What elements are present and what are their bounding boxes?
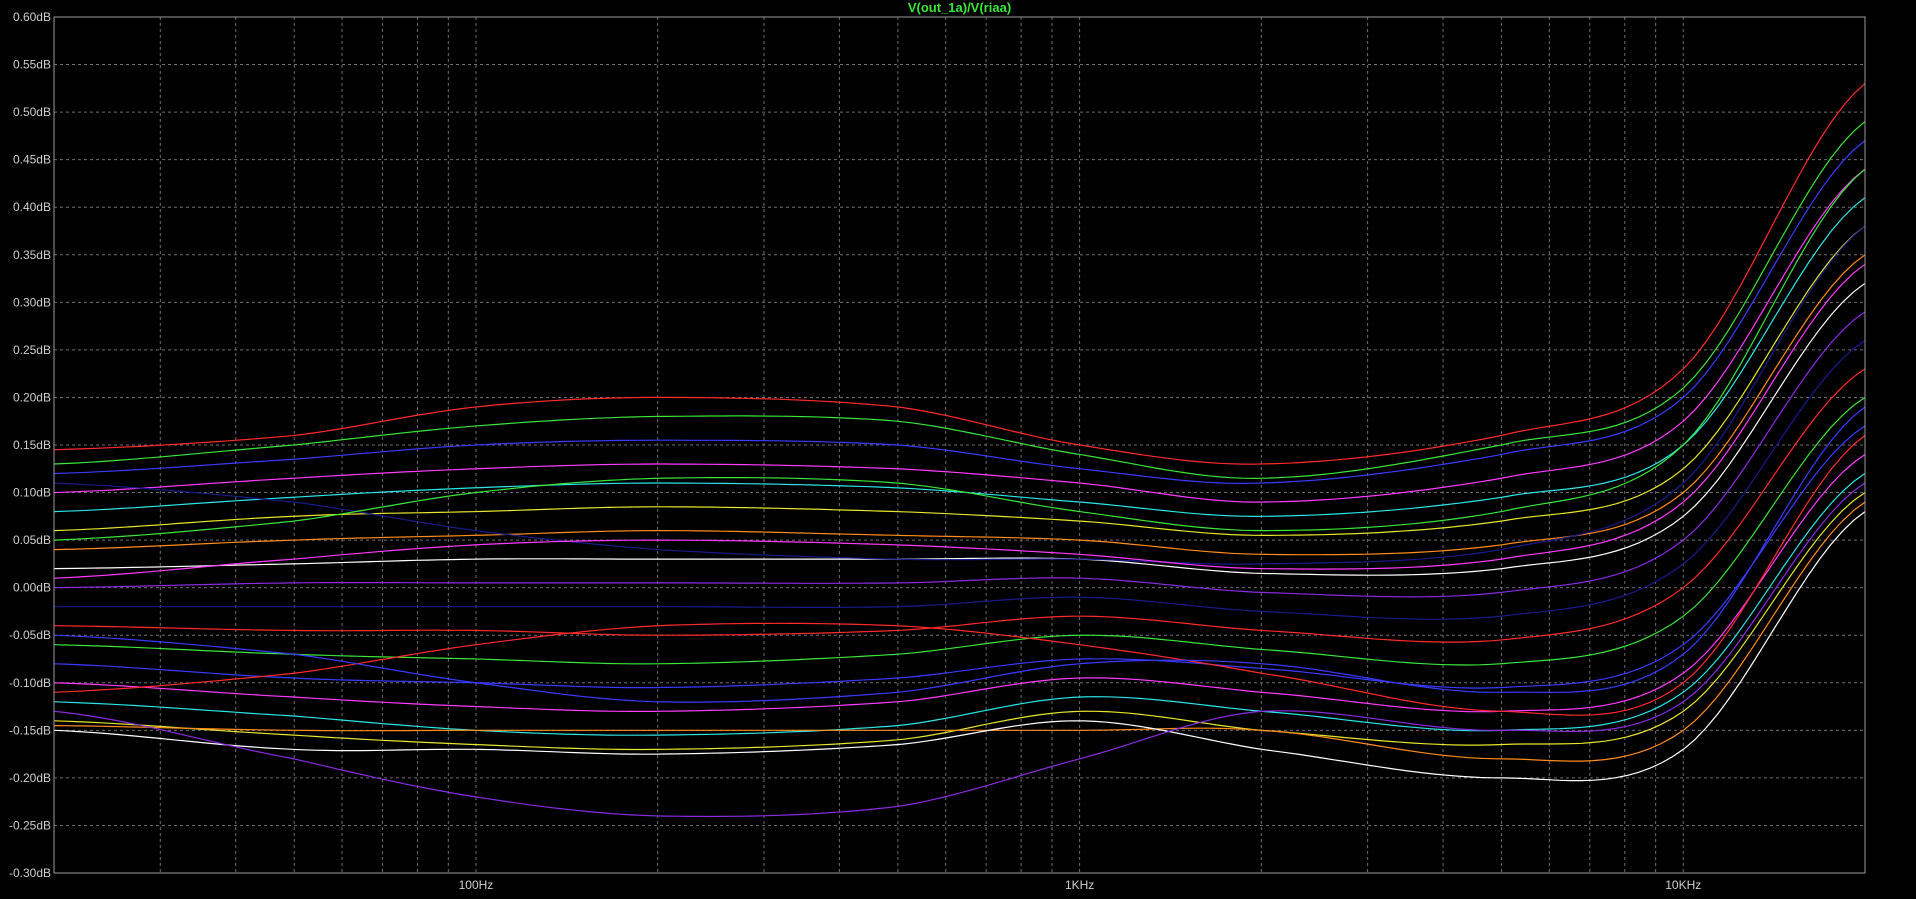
y-tick-labels: 0.60dB 0.55dB 0.50dB 0.45dB 0.40dB 0.35dB 0.30… xyxy=(9,10,51,880)
y-tick-label: 0.55dB xyxy=(13,58,51,72)
y-tick-label: 0.45dB xyxy=(13,153,51,167)
x-tick-label: 100Hz xyxy=(459,878,494,892)
series-line xyxy=(53,225,1866,565)
y-tick-label: 0.15dB xyxy=(13,438,51,452)
y-tick-label: -0.05dB xyxy=(9,628,51,642)
series-line xyxy=(53,406,1866,703)
chart-series-group xyxy=(53,83,1866,818)
series-line xyxy=(53,368,1866,643)
x-tick-label: 1KHz xyxy=(1065,878,1094,892)
series-line xyxy=(53,435,1866,716)
series-line xyxy=(53,254,1866,556)
y-tick-label: 0.25dB xyxy=(13,343,51,357)
y-tick-label: -0.10dB xyxy=(9,676,51,690)
series-line xyxy=(53,140,1866,485)
y-tick-label: 0.00dB xyxy=(13,581,51,595)
series-line xyxy=(53,311,1866,598)
y-tick-label: 0.40dB xyxy=(13,200,51,214)
chart-grid xyxy=(54,16,1865,874)
y-tick-label: 0.05dB xyxy=(13,533,51,547)
series-line xyxy=(53,197,1866,518)
x-tick-label: 10KHz xyxy=(1665,878,1701,892)
y-tick-label: 0.35dB xyxy=(13,248,51,262)
series-line xyxy=(53,83,1866,465)
series-line xyxy=(54,339,1866,620)
series-line xyxy=(53,225,1866,537)
chart-title: V(out_1a)/V(riaa) xyxy=(908,0,1011,15)
y-tick-label: 0.60dB xyxy=(13,10,51,24)
x-tick-labels: 100Hz 1KHz 10KHz xyxy=(459,878,1702,892)
chart-plot: 0.60dB 0.55dB 0.50dB 0.45dB 0.40dB 0.35dB 0.30… xyxy=(9,0,1866,892)
y-tick-label: 0.50dB xyxy=(13,105,51,119)
series-line xyxy=(53,168,1866,541)
y-tick-label: -0.20dB xyxy=(9,771,51,785)
y-tick-label: 0.10dB xyxy=(13,486,51,500)
series-line xyxy=(53,121,1866,480)
series-line xyxy=(53,501,1866,762)
y-tick-label: -0.25dB xyxy=(9,818,51,832)
y-tick-label: -0.30dB xyxy=(9,866,51,880)
series-line xyxy=(53,511,1866,782)
y-tick-label: -0.15dB xyxy=(9,723,51,737)
y-tick-label: 0.20dB xyxy=(13,390,51,404)
y-tick-label: 0.30dB xyxy=(13,295,51,309)
